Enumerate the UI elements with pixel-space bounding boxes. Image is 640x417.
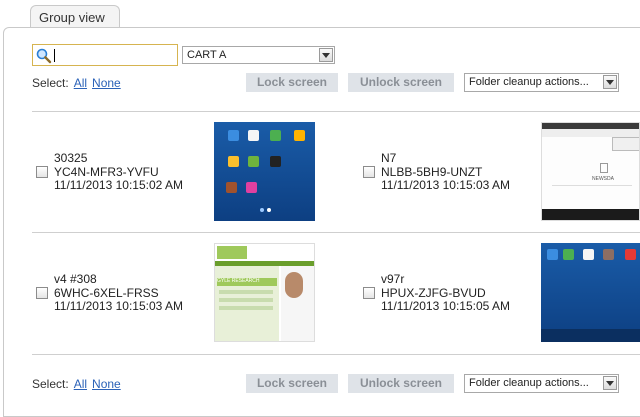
thumbnail-caption: GYLE RESEARCH (217, 278, 277, 286)
device-checkbox[interactable] (363, 166, 375, 178)
select-all-link[interactable]: All (74, 377, 87, 391)
device-checkbox[interactable] (36, 166, 48, 178)
chevron-down-icon[interactable] (319, 48, 333, 62)
select-label: Select: (32, 377, 69, 391)
device-name: 30325 (54, 151, 88, 165)
device-time: 11/11/2013 10:15:03 AM (381, 178, 510, 192)
folder-cleanup-value: Folder cleanup actions... (469, 377, 589, 389)
folder-cleanup-value: Folder cleanup actions... (469, 76, 589, 88)
folder-cleanup-select[interactable]: Folder cleanup actions... (464, 374, 619, 393)
tab-group-view[interactable]: Group view (30, 5, 120, 28)
device-screen-thumbnail[interactable] (541, 243, 640, 342)
device-checkbox[interactable] (363, 287, 375, 299)
select-row-bottom: Select: All None (32, 377, 121, 391)
device-info: v97r HPUX-ZJFG-BVUD 11/11/2013 10:15:05 … (381, 272, 510, 314)
select-none-link[interactable]: None (92, 76, 121, 90)
divider (32, 111, 640, 112)
device-checkbox[interactable] (36, 287, 48, 299)
divider (32, 354, 640, 355)
thumbnail-caption: NEWSDA (592, 176, 614, 182)
search-input[interactable] (32, 44, 178, 66)
device-time: 11/11/2013 10:15:02 AM (54, 178, 183, 192)
cart-select-value: CART A (187, 49, 227, 61)
device-info: 30325 YC4N-MFR3-YVFU 11/11/2013 10:15:02… (54, 151, 183, 193)
lock-screen-button[interactable]: Lock screen (246, 73, 338, 92)
device-code: 6WHC-6XEL-FRSS (54, 285, 159, 300)
device-screen-thumbnail[interactable]: NEWSDA (541, 122, 640, 221)
device-screen-thumbnail[interactable] (214, 122, 315, 221)
unlock-screen-button[interactable]: Unlock screen (348, 374, 454, 393)
device-time: 11/11/2013 10:15:05 AM (381, 299, 510, 313)
device-info: v4 #308 6WHC-6XEL-FRSS 11/11/2013 10:15:… (54, 272, 183, 314)
select-all-link[interactable]: All (74, 76, 87, 90)
device-name: v97r (381, 272, 405, 286)
device-name: N7 (381, 151, 397, 165)
lock-screen-button[interactable]: Lock screen (246, 374, 338, 393)
select-label: Select: (32, 76, 69, 90)
folder-cleanup-select[interactable]: Folder cleanup actions... (464, 73, 619, 92)
device-code: HPUX-ZJFG-BVUD (381, 285, 486, 300)
chevron-down-icon[interactable] (603, 376, 617, 390)
device-code: YC4N-MFR3-YVFU (54, 164, 159, 179)
select-none-link[interactable]: None (92, 377, 121, 391)
device-info: N7 NLBB-5BH9-UNZT 11/11/2013 10:15:03 AM (381, 151, 510, 193)
device-name: v4 #308 (54, 272, 97, 286)
device-screen-thumbnail[interactable]: GYLE RESEARCH (214, 243, 315, 342)
device-time: 11/11/2013 10:15:03 AM (54, 299, 183, 313)
text-caret (54, 49, 55, 62)
cart-select[interactable]: CART A (182, 46, 335, 64)
search-icon (36, 48, 52, 64)
select-row-top: Select: All None (32, 76, 121, 90)
chevron-down-icon[interactable] (603, 75, 617, 89)
unlock-screen-button[interactable]: Unlock screen (348, 73, 454, 92)
divider (32, 232, 640, 233)
device-code: NLBB-5BH9-UNZT (381, 164, 483, 179)
